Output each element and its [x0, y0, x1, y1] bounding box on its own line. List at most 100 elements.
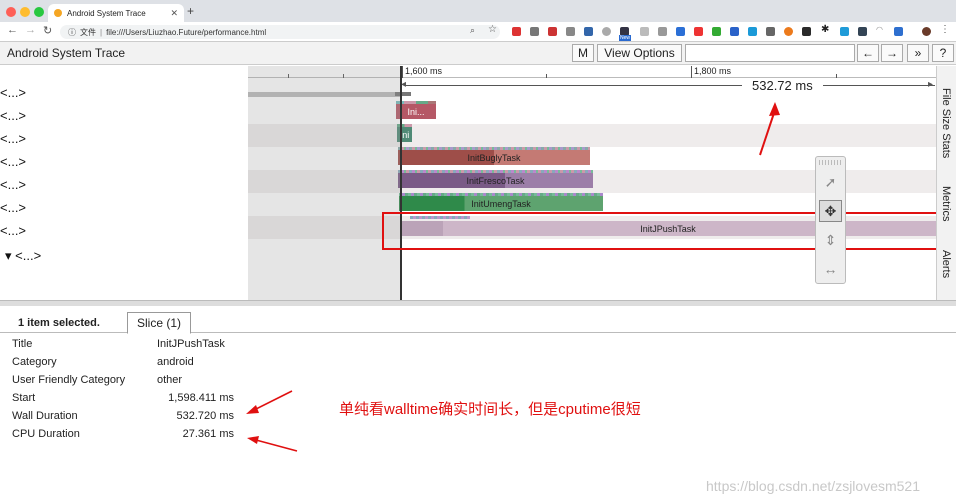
extension-gray-icon[interactable] [566, 27, 575, 36]
url-separator: | [100, 27, 103, 37]
track-label[interactable]: <...> [0, 85, 26, 100]
file-size-stats-tab[interactable]: File Size Stats [940, 88, 952, 158]
reload-button[interactable]: ↻ [43, 24, 52, 37]
prop-value: InitJPushTask [157, 338, 225, 350]
ruler-tick [546, 74, 547, 78]
forward-button[interactable]: → [25, 24, 36, 36]
extension-abp-icon[interactable] [512, 27, 521, 36]
alerts-tab[interactable]: Alerts [940, 250, 952, 278]
selection-duration-label: 532.72 ms [742, 78, 823, 93]
timing-icon[interactable]: ↔ [819, 258, 842, 280]
extension-green-icon[interactable] [712, 27, 721, 36]
duration-line [405, 85, 935, 86]
extension-orange-icon[interactable] [784, 27, 793, 36]
track-label[interactable]: <...> [0, 131, 26, 146]
m-button[interactable]: M [572, 44, 594, 62]
info-icon: ⓘ [68, 27, 76, 37]
extension-cyan-icon[interactable] [840, 27, 849, 36]
time-cursor-line [400, 66, 402, 300]
extension-gear-icon[interactable]: ✱ [821, 24, 829, 35]
drag-handle[interactable] [819, 160, 842, 165]
out-of-range-region [248, 66, 400, 300]
select-icon[interactable]: ➚ [819, 171, 842, 193]
track-label[interactable]: <...> [0, 154, 26, 169]
ruler-tick [836, 74, 837, 78]
prop-name: Title [12, 338, 33, 350]
selected-count: 1 item selected. [18, 317, 100, 329]
extension-gmail-icon[interactable] [530, 27, 539, 36]
favicon-icon [54, 9, 62, 17]
track-label[interactable]: <...> [0, 223, 26, 238]
annotation-arrow-top [759, 102, 780, 156]
browser-tabstrip: Android System Trace ✕ + [0, 0, 956, 22]
extension-dark-icon[interactable] [766, 27, 775, 36]
help-button[interactable]: ? [932, 44, 954, 62]
watermark: https://blog.csdn.net/zsjlovesm521 [706, 478, 921, 494]
prop-value: 1,598.411 ms [168, 392, 234, 404]
slice-init-fresco-task[interactable]: InitFrescoTask [398, 173, 593, 188]
slice-ini[interactable]: Ini... [396, 104, 436, 119]
url-text: file:///Users/Liuzhao.Future/performance… [106, 27, 267, 37]
track-label[interactable]: <...> [0, 177, 26, 192]
back-button[interactable]: ← [7, 24, 18, 36]
annotation-note: 单纯看walltime确实时间长，但是cputime很短 [339, 401, 641, 418]
zoom-icon[interactable]: ⌕ [470, 25, 475, 36]
browser-menu-icon[interactable]: ⋮ [940, 24, 950, 35]
prop-value: 27.361 ms [182, 428, 234, 440]
prop-value: android [157, 356, 194, 368]
track-label-pane [0, 66, 248, 300]
prop-name: CPU Duration [12, 428, 80, 440]
metrics-tab[interactable]: Metrics [940, 186, 952, 221]
extension-black-icon[interactable] [802, 27, 811, 36]
previous-button[interactable]: ← [857, 44, 879, 62]
search-input[interactable] [685, 44, 855, 62]
next-button[interactable]: → [881, 44, 903, 62]
view-options-button[interactable]: View Options [597, 44, 682, 62]
extension-doc-icon[interactable] [658, 27, 667, 36]
extension-new-badge: New [619, 35, 632, 41]
ruler-tick [402, 66, 403, 78]
extension-print-icon[interactable] [640, 27, 649, 36]
extension-red2-icon[interactable] [694, 27, 703, 36]
new-tab-button[interactable]: + [187, 4, 194, 18]
slice-init-umeng-task[interactable]: InitUmengTask [399, 196, 603, 211]
mouse-mode-selector: ➚ ✥ ⇕ ↔ [815, 156, 846, 284]
ruler-tick [691, 66, 692, 78]
minimize-window-icon[interactable] [20, 7, 30, 17]
browser-tab[interactable]: Android System Trace ✕ [48, 4, 184, 22]
prop-value: other [157, 374, 183, 386]
extension-cloud-icon[interactable] [602, 27, 611, 36]
highlight-box [382, 212, 940, 250]
pan-icon[interactable]: ✥ [819, 200, 842, 222]
annotation-arrows-bottom [246, 390, 298, 452]
track-label[interactable]: <...> [0, 108, 26, 123]
bookmark-star-icon[interactable]: ☆ [488, 24, 497, 35]
more-button[interactable]: » [907, 44, 929, 62]
url-field[interactable]: ⓘ 文件 | file:///Users/Liuzhao.Future/perf… [60, 25, 500, 39]
zoom-icon[interactable]: ⇕ [819, 229, 842, 251]
prop-value: 532.720 ms [176, 410, 234, 422]
ruler-label-1800: 1,800 ms [694, 66, 732, 76]
duration-right-arrow-icon: ▸ [928, 79, 934, 90]
close-tab-icon[interactable]: ✕ [170, 8, 178, 19]
extension-bookmark-icon[interactable] [730, 27, 739, 36]
extension-ph-icon[interactable] [748, 27, 757, 36]
trace-toolbar: Android System Trace M View Options ← → … [0, 42, 956, 65]
tab-slice[interactable]: Slice (1) [127, 312, 191, 334]
extension-blue-icon[interactable] [676, 27, 685, 36]
ruler-label-1600: 1,600 ms [405, 66, 443, 76]
track-group-label[interactable]: ▾ <...> [5, 248, 41, 264]
slice-init-bugly-task[interactable]: InitBuglyTask [398, 150, 590, 165]
browser-tab-title: Android System Trace [67, 8, 146, 18]
prop-name: User Friendly Category [12, 374, 126, 386]
profile-avatar[interactable] [922, 27, 931, 36]
extension-arrow-icon[interactable] [584, 27, 593, 36]
url-scheme-label: 文件 [80, 27, 96, 37]
maximize-window-icon[interactable] [34, 7, 44, 17]
track-label[interactable]: <...> [0, 200, 26, 215]
extension-red-icon[interactable] [548, 27, 557, 36]
extension-navy-icon[interactable] [858, 27, 867, 36]
extension-wifi-icon[interactable]: ◠ [876, 25, 883, 34]
close-window-icon[interactable] [6, 7, 16, 17]
extension-s-icon[interactable] [894, 27, 903, 36]
